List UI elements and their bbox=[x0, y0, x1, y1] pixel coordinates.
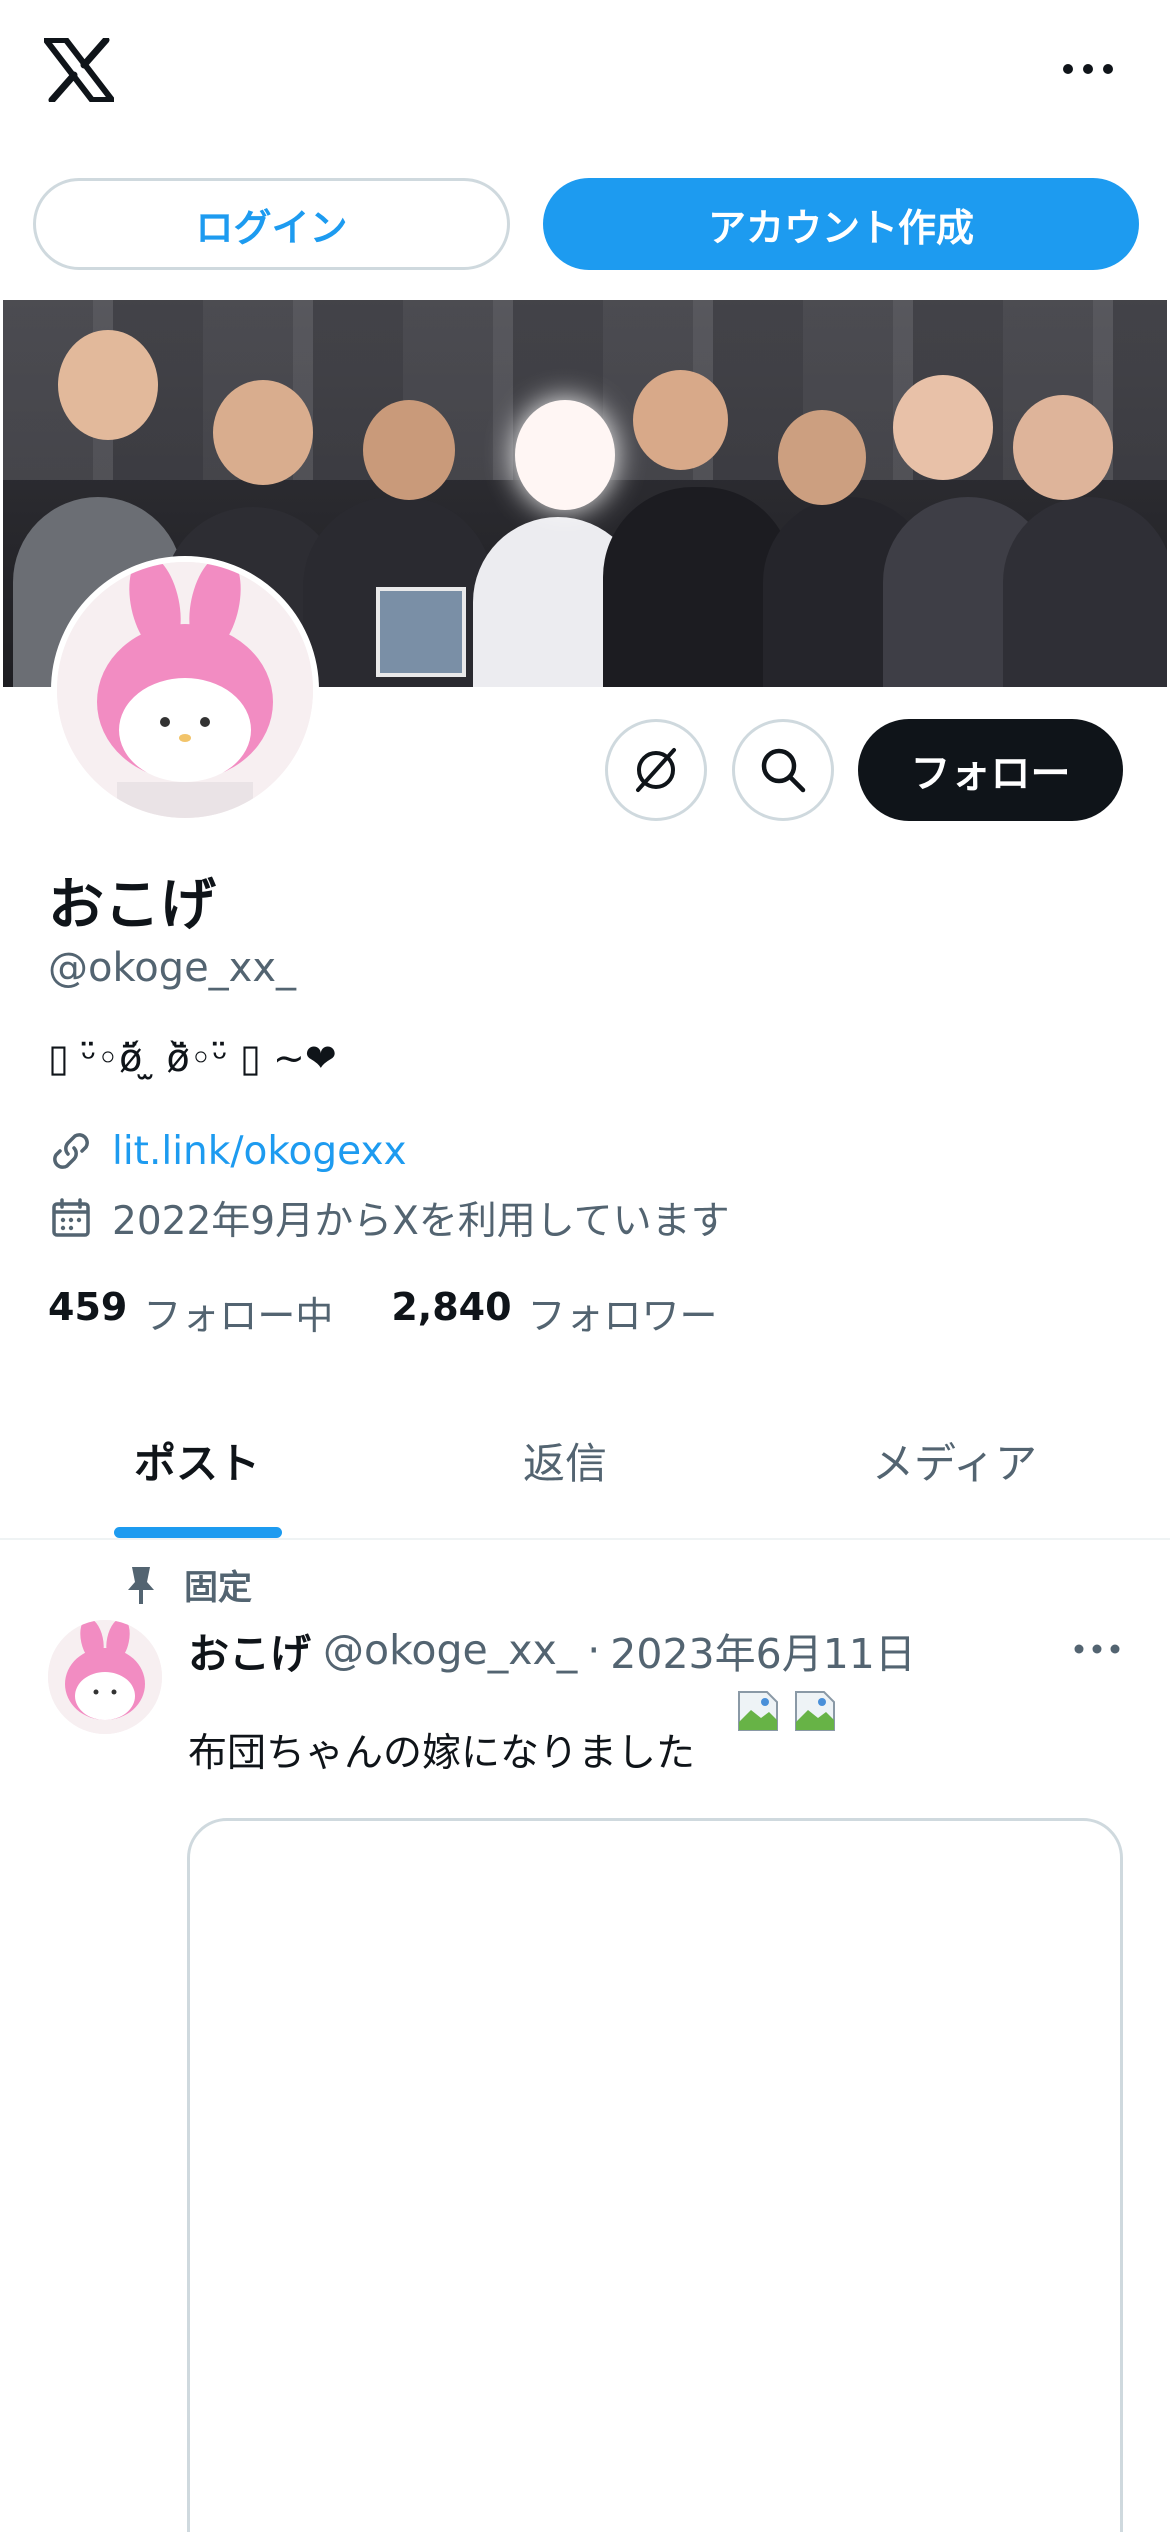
profile-bio: ▯ ᵕ̈◦ø̈᷄ ̫ ø̈᷅◦ᵕ̈ ▯ ~❤ bbox=[48, 1036, 337, 1080]
post-text: 布団ちゃんの嫁になりました bbox=[188, 1731, 696, 1776]
grok-icon bbox=[636, 748, 676, 792]
banner-head bbox=[213, 380, 313, 485]
pin-icon bbox=[128, 1566, 154, 1604]
post-separator: · bbox=[587, 1626, 601, 1674]
followers-link[interactable]: 2,840 フォロワー bbox=[391, 1285, 717, 1340]
banner-head bbox=[1013, 395, 1113, 500]
tab-replies[interactable]: 返信 bbox=[523, 1430, 607, 1491]
search-button[interactable] bbox=[732, 719, 834, 821]
profile-stats: 459 フォロー中 2,840 フォロワー bbox=[48, 1285, 776, 1340]
search-icon bbox=[761, 748, 806, 793]
profile-link-row: lit.link/okogexx bbox=[48, 1128, 407, 1174]
banner-photo-frame bbox=[376, 587, 466, 677]
login-button[interactable]: ログイン bbox=[33, 178, 510, 270]
banner-head bbox=[58, 330, 158, 440]
profile-tabs: ポスト 返信 メディア bbox=[0, 1390, 1170, 1540]
banner-head bbox=[515, 400, 615, 510]
avatar-character-icon bbox=[48, 1620, 162, 1734]
post-date[interactable]: 2023年6月11日 bbox=[610, 1620, 916, 1680]
top-bar bbox=[0, 0, 1170, 150]
calendar-icon bbox=[52, 1198, 90, 1237]
x-logo-icon[interactable] bbox=[44, 38, 114, 102]
profile-joined-date: 2022年9月からXを利用しています bbox=[112, 1199, 730, 1244]
post-media-card[interactable] bbox=[187, 1818, 1123, 2532]
following-count: 459 bbox=[48, 1285, 128, 1329]
tab-posts[interactable]: ポスト bbox=[134, 1430, 260, 1491]
following-link[interactable]: 459 フォロー中 bbox=[48, 1285, 333, 1340]
pinned-indicator: 固定 bbox=[122, 1560, 252, 1609]
create-account-button[interactable]: アカウント作成 bbox=[543, 178, 1139, 270]
banner-head bbox=[363, 400, 455, 500]
post-author-avatar[interactable] bbox=[48, 1620, 162, 1734]
banner-head bbox=[633, 370, 728, 470]
follow-button[interactable]: フォロー bbox=[858, 719, 1123, 821]
profile-joined-row: 2022年9月からXを利用しています bbox=[48, 1190, 730, 1246]
post-more-icon[interactable] bbox=[1072, 1636, 1122, 1662]
following-label: フォロー中 bbox=[143, 1294, 334, 1338]
link-icon bbox=[53, 1133, 89, 1169]
grok-button[interactable] bbox=[605, 719, 707, 821]
banner-head bbox=[778, 410, 866, 505]
banner-person bbox=[1003, 497, 1167, 687]
post-header: おこげ @okoge_xx_ · 2023年6月11日 bbox=[188, 1620, 916, 1680]
followers-count: 2,840 bbox=[391, 1285, 512, 1329]
pinned-label: 固定 bbox=[184, 1568, 252, 1608]
banner-head bbox=[893, 375, 993, 480]
broken-image-icon bbox=[738, 1691, 778, 1731]
followers-label: フォロワー bbox=[527, 1294, 718, 1338]
post-author-handle[interactable]: @okoge_xx_ bbox=[323, 1626, 577, 1674]
profile-display-name: おこげ bbox=[48, 873, 216, 938]
avatar-character-icon bbox=[57, 562, 313, 818]
tab-media[interactable]: メディア bbox=[872, 1430, 1037, 1491]
active-tab-indicator bbox=[114, 1527, 282, 1538]
broken-image-icon bbox=[795, 1691, 835, 1731]
profile-website-link[interactable]: lit.link/okogexx bbox=[112, 1129, 407, 1174]
post-author-name[interactable]: おこげ bbox=[188, 1620, 311, 1680]
more-dots-icon[interactable] bbox=[1058, 54, 1118, 84]
profile-handle: @okoge_xx_ bbox=[48, 945, 297, 991]
profile-avatar[interactable] bbox=[51, 556, 319, 824]
